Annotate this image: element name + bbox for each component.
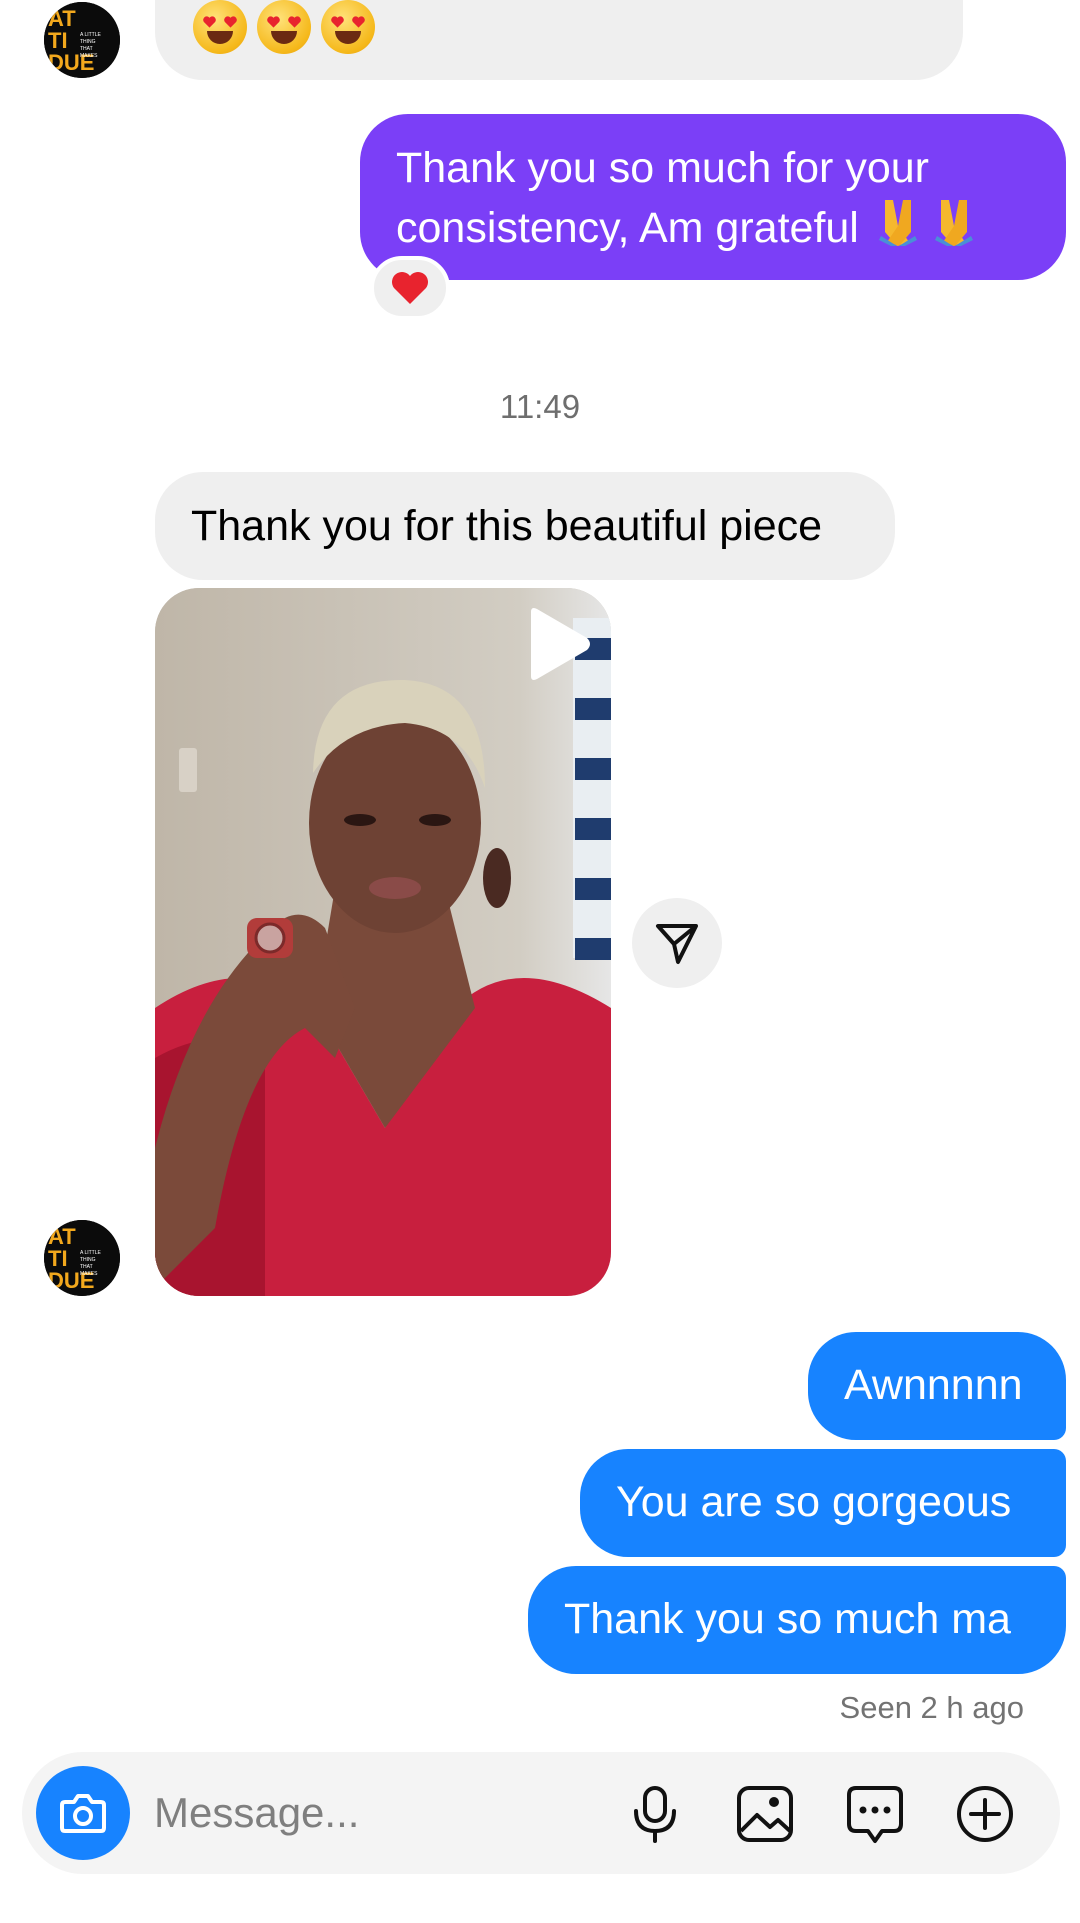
message-text: consistency, Am grateful bbox=[396, 204, 859, 252]
heart-eyes-emoji bbox=[321, 0, 375, 54]
svg-text:THING: THING bbox=[80, 39, 96, 45]
message-line: consistency, Am grateful bbox=[396, 196, 1066, 256]
sender-avatar[interactable]: AT TI DUE A LITTLE THING THAT MAKES bbox=[44, 1220, 120, 1296]
message-line: Thank you so much for your bbox=[396, 144, 929, 192]
attitude-logo: AT TI DUE A LITTLE THING THAT MAKES bbox=[44, 2, 120, 78]
svg-text:THAT: THAT bbox=[80, 1264, 93, 1270]
message-composer bbox=[22, 1752, 1060, 1874]
heart-reaction[interactable] bbox=[370, 256, 450, 320]
svg-text:A LITTLE: A LITTLE bbox=[80, 32, 102, 38]
microphone-icon[interactable] bbox=[624, 1783, 686, 1845]
shared-video-post[interactable] bbox=[155, 588, 611, 1296]
play-icon[interactable] bbox=[523, 606, 593, 682]
message-text: Thank you for this beautiful piece bbox=[191, 502, 823, 550]
message-text: You are so gorgeous bbox=[616, 1478, 1012, 1526]
svg-text:A LITTLE: A LITTLE bbox=[80, 1250, 102, 1256]
svg-text:MAKES: MAKES bbox=[80, 53, 98, 59]
plus-icon[interactable] bbox=[954, 1783, 1016, 1845]
svg-text:THAT: THAT bbox=[80, 46, 93, 52]
message-timestamp: 11:49 bbox=[499, 388, 581, 425]
outgoing-message[interactable]: You are so gorgeous bbox=[580, 1449, 1066, 1557]
gallery-icon[interactable] bbox=[734, 1783, 796, 1845]
outgoing-message[interactable]: Thank you so much ma bbox=[528, 1566, 1066, 1674]
incoming-message[interactable]: Thank you for this beautiful piece bbox=[155, 472, 895, 580]
incoming-emoji-message[interactable] bbox=[155, 0, 963, 80]
send-icon bbox=[656, 924, 698, 964]
outgoing-message[interactable]: Awnnnnn bbox=[808, 1332, 1066, 1440]
camera-icon bbox=[60, 1794, 106, 1833]
video-thumbnail bbox=[155, 588, 611, 1296]
folded-hands-emoji bbox=[878, 200, 973, 246]
svg-text:MAKES: MAKES bbox=[80, 1271, 98, 1277]
svg-text:THING: THING bbox=[80, 1257, 96, 1263]
heart-eyes-emoji bbox=[193, 0, 247, 54]
message-text: Awnnnnn bbox=[844, 1361, 1023, 1409]
seen-status: Seen 2 h ago bbox=[839, 1690, 1024, 1725]
outgoing-message-gratitude[interactable]: Thank you so much for your consistency, … bbox=[360, 114, 1066, 280]
heart-eyes-emoji bbox=[257, 0, 311, 54]
attitude-logo: AT TI DUE A LITTLE THING THAT MAKES bbox=[44, 1220, 120, 1296]
camera-button[interactable] bbox=[36, 1766, 130, 1860]
message-text: Thank you so much ma bbox=[564, 1595, 1011, 1643]
heart-icon bbox=[392, 272, 428, 304]
share-button[interactable] bbox=[632, 898, 722, 988]
chat-sticker-icon[interactable] bbox=[844, 1783, 906, 1845]
sender-avatar[interactable]: AT TI DUE A LITTLE THING THAT MAKES bbox=[44, 2, 120, 78]
message-input[interactable] bbox=[154, 1780, 624, 1846]
